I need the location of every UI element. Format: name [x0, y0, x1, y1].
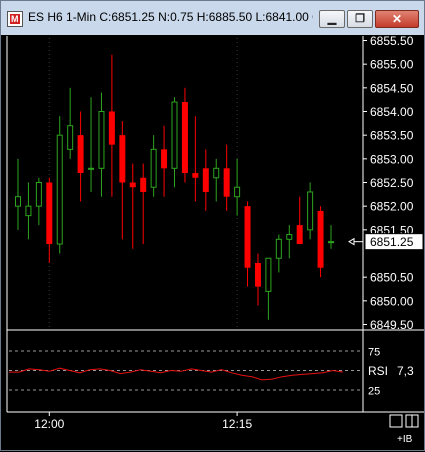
candle-body	[213, 167, 220, 179]
last-price-label: 6851.25	[370, 235, 414, 249]
candle-body	[108, 111, 115, 145]
candle-body	[286, 234, 293, 240]
price-axis-label: 6854.00	[370, 105, 414, 119]
time-axis-label: 12:00	[34, 417, 64, 431]
price-chart[interactable]: 6855.50 6855.00 6854.50 6854.00 6853.50 6853.…	[1, 1, 425, 452]
candle-body	[202, 168, 209, 192]
candle-body	[98, 111, 105, 169]
price-axis: 6855.50 6855.00 6854.50 6854.00 6853.50 6853.…	[363, 34, 414, 332]
price-axis-label: 6853.00	[370, 152, 414, 166]
candle-body	[265, 257, 272, 292]
rsi-level-label: 75	[368, 347, 380, 359]
chart-window: M ES H6 1-Min C:6851.25 N:0.75 H:6885.50…	[0, 0, 425, 451]
candle-body	[307, 191, 314, 231]
candle-body	[67, 125, 74, 150]
single-pane-icon[interactable]	[389, 414, 403, 428]
candles	[15, 54, 334, 320]
candle-body	[119, 135, 126, 183]
time-axis: 12:00 12:15	[34, 412, 252, 431]
candle-body	[129, 182, 136, 188]
candle-body	[161, 149, 168, 169]
rsi-label: RSI	[368, 364, 388, 378]
price-axis-label: 6855.00	[370, 58, 414, 72]
candle-body	[234, 186, 241, 198]
candle-body	[317, 210, 324, 268]
last-price-arrow-icon	[348, 237, 355, 246]
rsi-line	[9, 367, 344, 381]
price-axis-label: 6855.50	[370, 34, 414, 48]
price-axis-label: 6850.50	[370, 271, 414, 285]
candle-body	[35, 182, 42, 207]
candle-body	[223, 168, 230, 197]
rsi-level-label: 25	[368, 386, 380, 398]
candle-body	[56, 134, 63, 245]
candle-body	[275, 238, 282, 259]
candle-body	[46, 182, 53, 245]
candle-body	[328, 241, 334, 244]
candle-body	[244, 206, 251, 268]
candle-body	[171, 101, 178, 169]
rsi-pane: 75 25 RSI 7,3	[9, 347, 414, 398]
ib-label[interactable]: +IB	[397, 434, 413, 445]
candle-body	[25, 205, 32, 217]
price-axis-label: 6852.00	[370, 200, 414, 214]
candle-body	[181, 102, 188, 174]
candle-body	[192, 173, 199, 178]
candle-body	[150, 148, 157, 188]
candle-body	[15, 196, 21, 207]
candle-body	[77, 135, 84, 174]
price-axis-label: 6854.50	[370, 81, 414, 95]
pane-buttons[interactable]	[389, 414, 419, 428]
candle-body	[254, 262, 261, 287]
price-axis-label: 6849.50	[370, 318, 414, 332]
candle-body	[140, 177, 147, 192]
time-axis-label: 12:15	[222, 417, 252, 431]
price-axis-label: 6853.50	[370, 129, 414, 143]
candle-body	[88, 167, 95, 170]
candle-body	[296, 225, 303, 245]
price-axis-label: 6850.00	[370, 294, 414, 308]
price-axis-label: 6852.50	[370, 176, 414, 190]
rsi-value: 7,3	[397, 364, 414, 378]
